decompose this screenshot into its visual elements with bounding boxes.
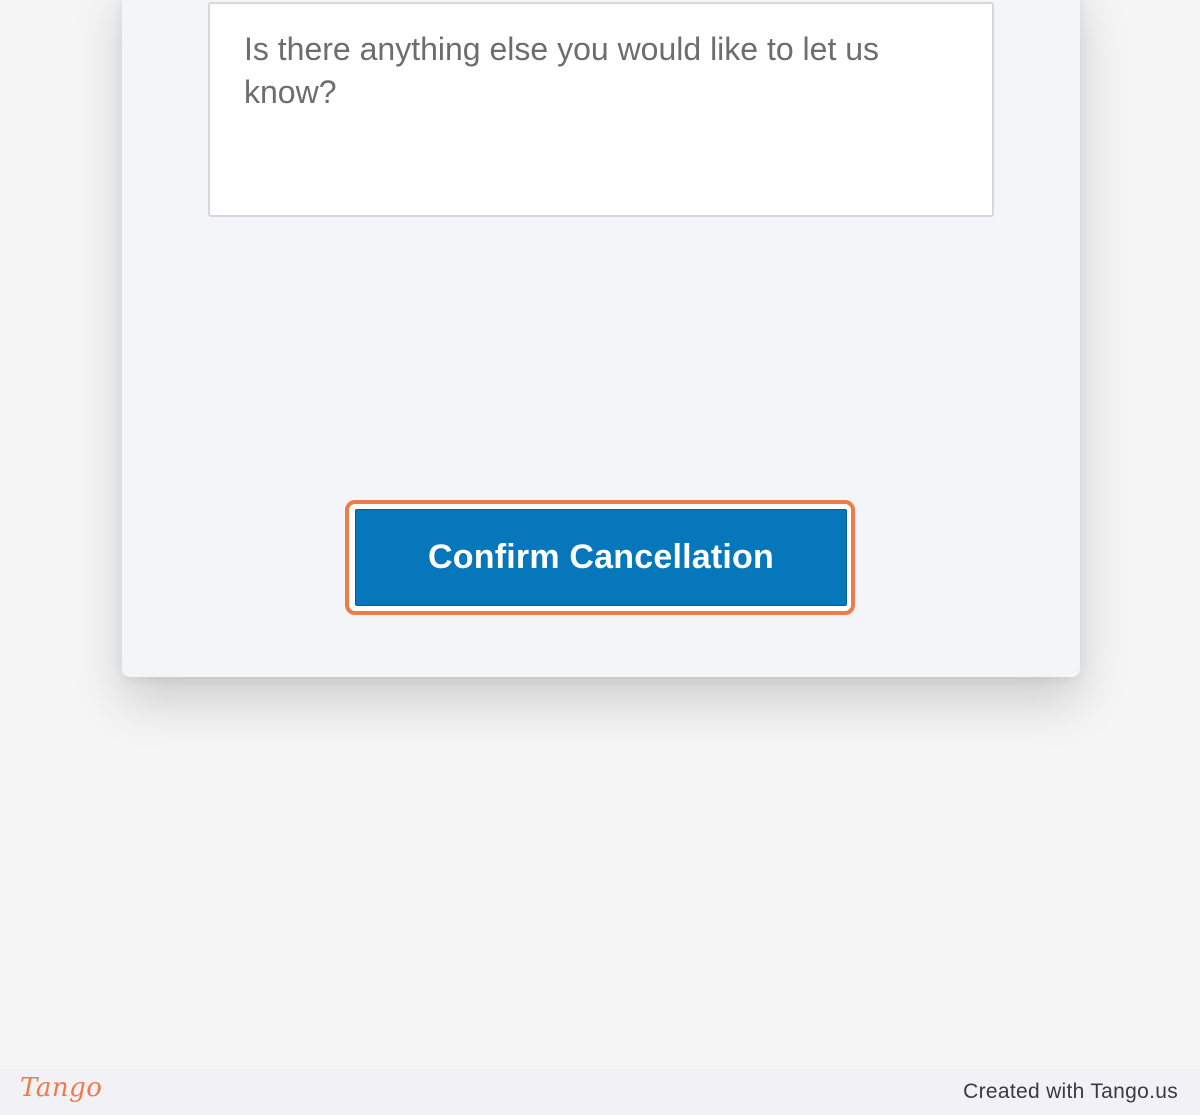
created-with-label: Created with Tango.us — [963, 1080, 1178, 1103]
tango-logo: Tango — [20, 1073, 103, 1103]
footer-bar: Tango Created with Tango.us — [0, 1069, 1200, 1115]
feedback-textarea[interactable] — [208, 2, 994, 217]
confirm-cancellation-button[interactable]: Confirm Cancellation — [355, 509, 847, 606]
